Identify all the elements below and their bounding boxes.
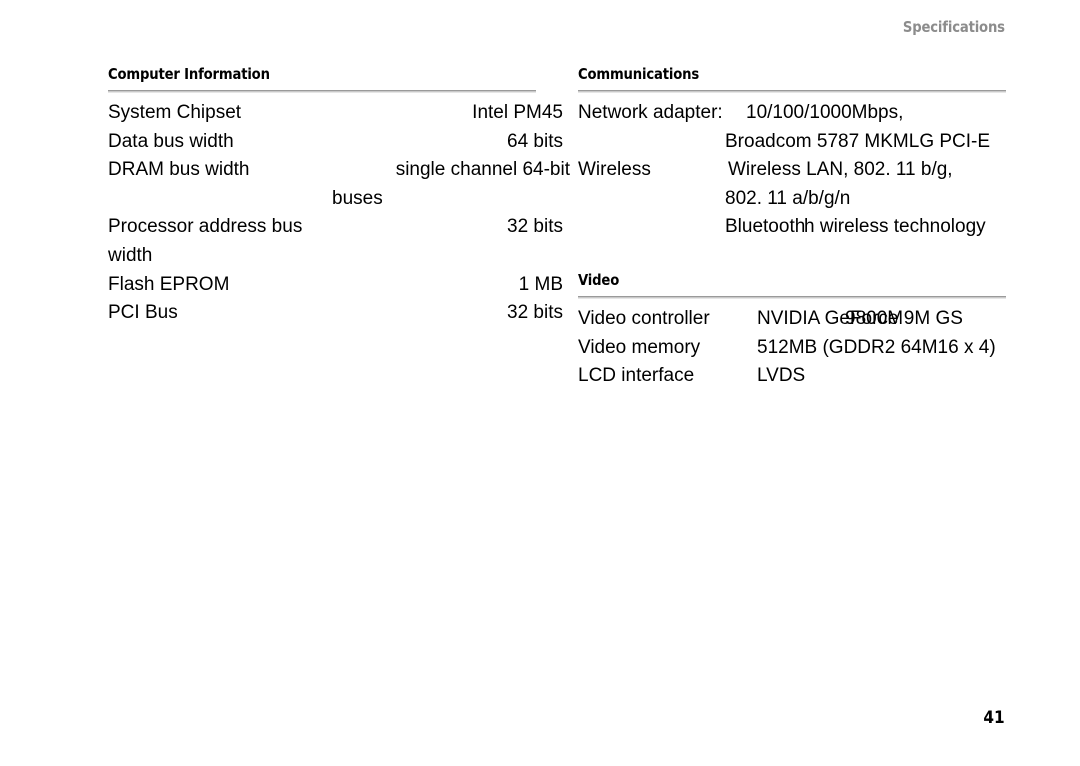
overlap-overlay-text: 9800M — [845, 307, 904, 329]
overlap-overlay-text: h wireless technology — [804, 216, 986, 238]
spec-value: 1 MB — [518, 273, 563, 295]
spec-value: 32 bits — [507, 302, 563, 324]
overlapping-text-artifact: Bluetooth h wireless technology — [725, 213, 986, 242]
spec-label-continuation: width — [108, 244, 153, 266]
spec-row: Data bus width 64 bits — [108, 128, 570, 157]
spec-row: PCI Bus 32 bits — [108, 299, 570, 328]
spec-row: DRAM bus width single channel 64-bit — [108, 156, 570, 185]
spec-table-computer-information: System Chipset Intel PM45 Data bus width… — [108, 99, 570, 328]
spec-label: Wireless — [578, 159, 651, 181]
spec-row: LCD interface LVDS — [578, 362, 1038, 391]
left-column: Computer Information System Chipset Inte… — [108, 66, 570, 352]
spec-label: LCD interface — [578, 365, 695, 387]
spec-value: LVDS — [757, 365, 806, 387]
spec-value-continuation: Broadcom 5787 MKMLG PCI-E — [725, 130, 991, 152]
overlap-base-text: Bluetooth — [725, 216, 806, 238]
spec-table-video: Video controller NVIDIA GeForce 9M GS 98… — [578, 305, 1038, 391]
spec-row: Flash EPROM 1 MB — [108, 271, 570, 300]
spec-row: Video memory 512MB (GDDR2 64M16 x 4) — [578, 334, 1038, 363]
document-page: Specifications Computer Information Syst… — [0, 0, 1080, 766]
spec-row: Network adapter: 10/100/1000Mbps, Broadc… — [578, 99, 1038, 156]
spec-value-overlapped: NVIDIA GeForce 9M GS 9800M — [757, 305, 1038, 334]
spec-value: Intel PM45 — [472, 102, 563, 123]
spec-row: System Chipset Intel PM45 — [108, 99, 570, 128]
section-computer-information: Computer Information System Chipset Inte… — [108, 66, 570, 328]
spec-label: PCI Bus — [108, 302, 178, 324]
spec-label: Video controller — [578, 307, 710, 329]
spec-label: Processor address bus — [108, 216, 303, 238]
right-column: Communications Network adapter: 10/100/1… — [578, 66, 1038, 415]
spec-label: System Chipset — [108, 102, 242, 123]
spec-value-continuation: 802. 11 a/b/g/n — [725, 187, 851, 209]
heading-rule — [108, 90, 536, 93]
spec-row: Wireless Wireless LAN, 802. 11 b/g, 802.… — [578, 156, 1038, 242]
spec-value: 32 bits — [507, 216, 563, 238]
spec-label: Flash EPROM — [108, 273, 230, 295]
spec-label: Video memory — [578, 336, 701, 358]
overlapping-text-artifact: NVIDIA GeForce 9M GS 9800M — [757, 305, 963, 334]
section-video: Video Video controller NVIDIA GeForce 9M… — [578, 270, 1038, 391]
running-header: Specifications — [903, 18, 1005, 36]
section-heading-computer-information: Computer Information — [108, 65, 270, 83]
spec-label: Data bus width — [108, 130, 234, 152]
spec-label: Network adapter: — [578, 102, 723, 123]
section-communications: Communications Network adapter: 10/100/1… — [578, 66, 1038, 242]
spec-value: 10/100/1000Mbps, — [746, 102, 904, 123]
heading-rule — [578, 90, 1006, 93]
heading-rule — [578, 295, 1006, 299]
section-heading-video: Video — [578, 270, 620, 289]
spec-row: Processor address bus 32 bits — [108, 213, 570, 242]
page-number: 41 — [983, 708, 1005, 728]
spec-value: single channel 64-bit — [395, 159, 570, 181]
spec-value: 512MB (GDDR2 64M16 x 4) — [757, 336, 996, 358]
spec-value: Wireless LAN, 802. 11 b/g, — [728, 159, 953, 181]
spec-row: Video controller NVIDIA GeForce 9M GS 98… — [578, 305, 1038, 334]
section-heading-communications: Communications — [578, 65, 700, 83]
spec-label: DRAM bus width — [108, 159, 250, 181]
spec-value-continuation: buses — [332, 187, 383, 209]
spec-table-communications: Network adapter: 10/100/1000Mbps, Broadc… — [578, 99, 1038, 242]
spec-value-continuation-overlapped: Bluetooth h wireless technology — [578, 213, 1038, 242]
spec-value: 64 bits — [507, 130, 563, 152]
